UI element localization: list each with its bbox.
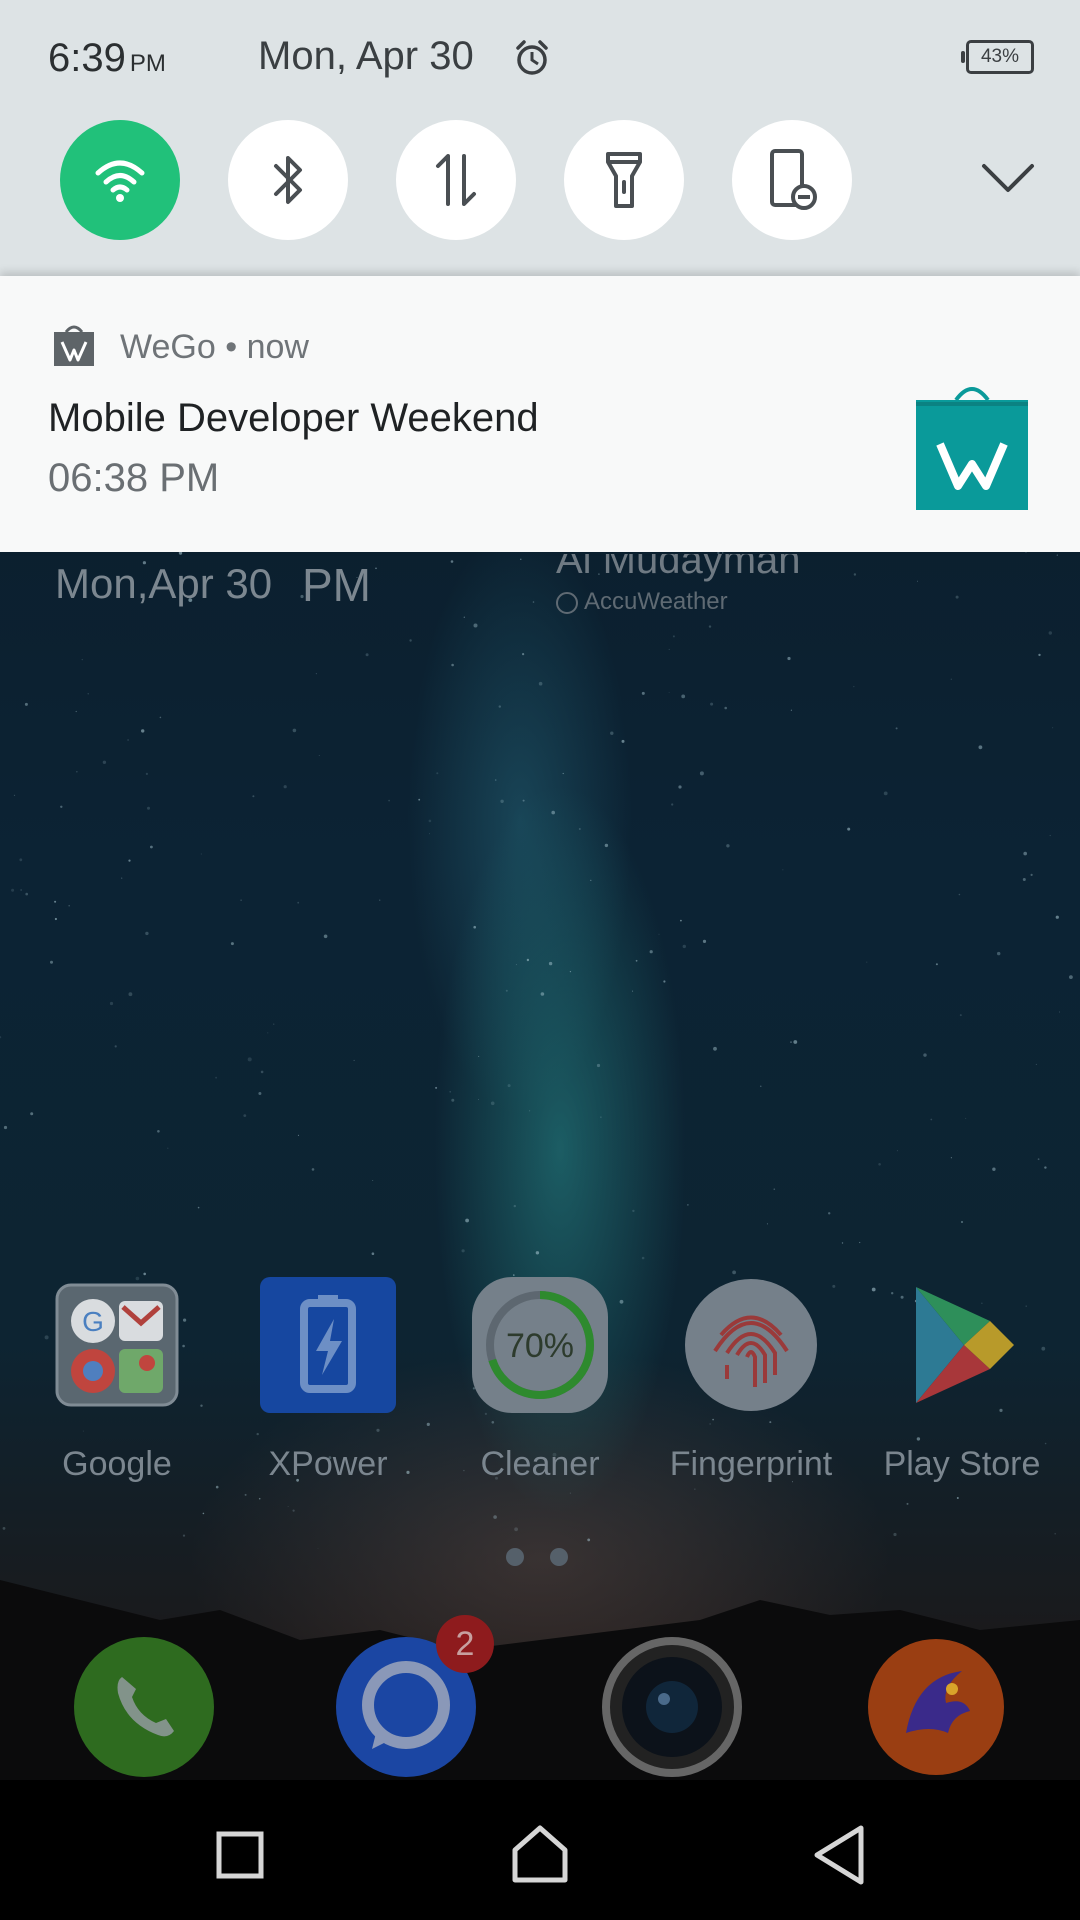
page-dot[interactable]: [550, 1548, 568, 1566]
notification-app-name: WeGo: [120, 328, 216, 366]
weather-provider-label: AccuWeather: [584, 588, 728, 615]
app-cleaner[interactable]: 70% Cleaner: [440, 1275, 640, 1484]
recents-button[interactable]: [205, 1820, 275, 1890]
home-button[interactable]: [505, 1820, 575, 1890]
status-date[interactable]: Mon, Apr 30: [258, 34, 474, 79]
camera-icon: [602, 1637, 742, 1777]
weather-provider[interactable]: AccuWeather: [556, 588, 728, 616]
flashlight-icon: [606, 152, 642, 208]
expand-chevron-icon[interactable]: [980, 160, 1036, 196]
app-play-store[interactable]: Play Store: [862, 1275, 1062, 1484]
bluetooth-tile[interactable]: [228, 120, 348, 240]
app-fingerprint[interactable]: Fingerprint: [651, 1275, 851, 1484]
dock-messages[interactable]: 2: [336, 1615, 494, 1777]
notification-separator: •: [225, 328, 238, 366]
page-dot-home[interactable]: [506, 1548, 524, 1566]
app-xpower[interactable]: XPower: [228, 1275, 428, 1484]
dock-browser[interactable]: [866, 1637, 1006, 1777]
mobile-data-icon: [436, 154, 476, 206]
fingerprint-icon: [681, 1275, 821, 1415]
app-google-folder[interactable]: G Google: [17, 1275, 217, 1484]
status-clock: 6:39 PM: [48, 36, 166, 81]
cleaner-percent: 70%: [506, 1327, 574, 1365]
notification-header: WeGo • now: [120, 328, 309, 367]
play-store-icon: [892, 1275, 1032, 1415]
wego-small-icon: [54, 325, 94, 366]
cleaner-gauge-icon: 70%: [470, 1275, 610, 1415]
phoenix-browser-icon: [868, 1639, 1004, 1775]
home-clock-date[interactable]: Mon,Apr 30: [55, 560, 272, 608]
svg-text:G: G: [82, 1306, 104, 1337]
wifi-tile[interactable]: [60, 120, 180, 240]
dock-phone[interactable]: [74, 1637, 214, 1777]
navigation-bar: [0, 1780, 1080, 1920]
alarm-icon: [516, 40, 548, 75]
app-label: XPower: [268, 1445, 388, 1483]
messages-badge: 2: [436, 1615, 494, 1673]
battery-indicator: 43%: [961, 40, 1034, 74]
status-time-value: 6:39: [48, 36, 126, 80]
accuweather-logo-icon: [556, 591, 578, 614]
quick-settings-panel: 6:39 PM Mon, Apr 30 43%: [0, 0, 1080, 276]
home-clock-ampm: PM: [302, 559, 371, 611]
wego-large-icon: [916, 387, 1028, 510]
mobile-data-tile[interactable]: [396, 120, 516, 240]
google-folder-icon: G: [47, 1275, 187, 1415]
notification-title: Mobile Developer Weekend: [48, 396, 539, 440]
flashlight-tile[interactable]: [564, 120, 684, 240]
app-label: Cleaner: [480, 1445, 600, 1483]
back-button[interactable]: [805, 1820, 875, 1890]
bluetooth-icon: [274, 156, 302, 204]
notification-text: 06:38 PM: [48, 456, 220, 500]
xpower-battery-icon: [258, 1275, 398, 1415]
notification-wego[interactable]: WeGo • now Mobile Developer Weekend 06:3…: [0, 276, 1080, 552]
page-indicator: [506, 1548, 594, 1571]
wifi-icon: [95, 160, 145, 202]
app-label: Google: [62, 1445, 172, 1483]
phone-icon: [74, 1637, 214, 1777]
app-label: Play Store: [883, 1445, 1041, 1483]
dock-camera[interactable]: [602, 1637, 742, 1777]
rotation-lock-icon: [770, 149, 817, 210]
app-label: Fingerprint: [669, 1445, 833, 1483]
notification-time: now: [246, 328, 309, 366]
rotation-lock-tile[interactable]: [732, 120, 852, 240]
status-ampm: PM: [129, 50, 166, 77]
